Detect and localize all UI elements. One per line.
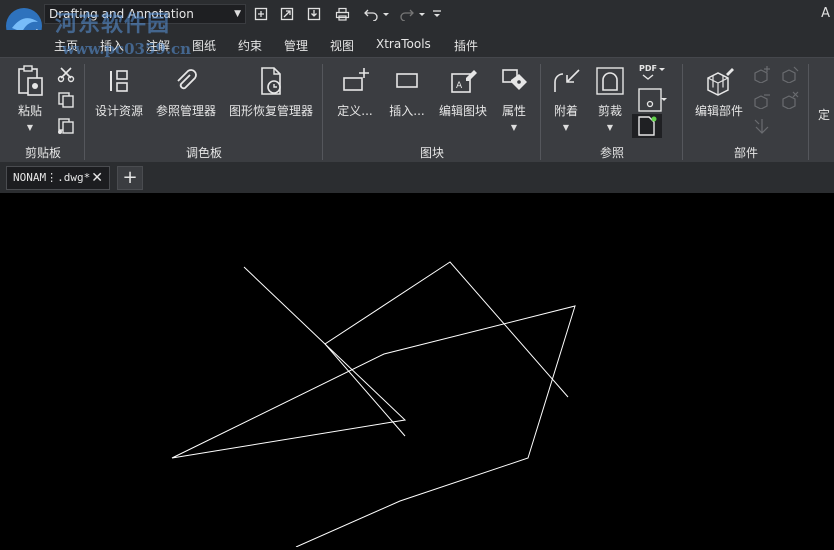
polyline-entity	[171, 266, 576, 548]
paste-button[interactable]: 粘贴 ▼	[10, 64, 50, 132]
insert-block-icon	[390, 64, 424, 98]
group-divider	[808, 64, 809, 160]
clip-label: 剪裁	[597, 104, 622, 118]
paperclip-icon	[169, 64, 203, 98]
group-label-clipboard: 剪贴板	[24, 146, 61, 160]
polyline-entity	[324, 261, 569, 437]
watermark-text: 河东软件园	[55, 11, 171, 37]
edit-block-icon: A	[446, 64, 480, 98]
group-divider	[682, 64, 683, 160]
document-tab[interactable]: NONAM⋮.dwg* ✕	[6, 166, 110, 190]
edit-block-button[interactable]: A 编辑图块	[436, 64, 490, 119]
attributes-label: 属性	[501, 104, 526, 118]
insert-block-label: 插入...	[389, 104, 425, 118]
attributes-icon	[497, 64, 531, 98]
clip-icon	[593, 64, 627, 98]
ribbon-panel: 粘贴 ▼ 剪贴板 设计资源 参照管理器 图形恢复管理器 调色板 定义... 插入…	[0, 57, 834, 163]
group-divider	[322, 64, 323, 160]
document-tab-title: NONAM⋮.dwg*	[13, 171, 91, 184]
edit-component-icon	[702, 64, 736, 98]
clip-button[interactable]: 剪裁 ▼	[592, 64, 628, 132]
attach-button[interactable]: 附着 ▼	[548, 64, 584, 132]
group-divider	[540, 64, 541, 160]
new-icon[interactable]	[252, 5, 270, 23]
xref-manager-label: 参照管理器	[155, 104, 216, 118]
group-divider	[84, 64, 85, 160]
drawing-recovery-icon	[254, 64, 288, 98]
component-add-icon	[752, 64, 772, 84]
chevron-down-icon: ▼	[606, 123, 614, 132]
attributes-button[interactable]: 属性 ▼	[496, 64, 532, 132]
paste-icon	[13, 64, 47, 98]
define-block-label: 定义...	[337, 104, 373, 118]
cut-icon[interactable]	[56, 64, 76, 84]
edit-component-label: 编辑部件	[694, 104, 743, 118]
xref-manager-button[interactable]: 参照管理器	[154, 64, 218, 119]
design-resources-icon	[102, 64, 136, 98]
pdf-import-icon[interactable]: PDF	[637, 62, 667, 84]
tab-plugins[interactable]: 插件	[454, 37, 478, 54]
tab-xtratools[interactable]: XtraTools	[376, 37, 431, 51]
chevron-down-icon: ▼	[562, 123, 570, 132]
attach-label: 附着	[553, 104, 578, 118]
paste-label: 粘贴	[17, 104, 42, 118]
drawing-canvas[interactable]	[0, 193, 834, 548]
frame-toggle-icon[interactable]	[632, 114, 662, 138]
tab-view[interactable]: 视图	[330, 37, 354, 54]
undo-icon[interactable]	[360, 5, 390, 23]
drawing-recovery-label: 图形恢复管理器	[228, 104, 313, 118]
edit-block-label: 编辑图块	[438, 104, 487, 118]
drawing-viewport	[171, 261, 576, 548]
add-tab-button[interactable]: +	[117, 166, 143, 190]
attach-icon	[549, 64, 583, 98]
document-tab-bar: NONAM⋮.dwg* ✕ +	[0, 162, 834, 193]
copy-icon[interactable]	[56, 90, 76, 110]
close-icon[interactable]: ✕	[91, 167, 103, 189]
copy-with-basepoint-icon[interactable]	[56, 116, 76, 136]
save-icon[interactable]	[305, 5, 323, 23]
group-label-palette: 调色板	[185, 146, 222, 160]
group-label-reference: 参照	[599, 146, 624, 160]
edit-component-button[interactable]: 编辑部件	[692, 64, 746, 119]
open-icon[interactable]	[278, 5, 296, 23]
print-icon[interactable]	[332, 5, 352, 23]
customize-icon[interactable]	[430, 5, 444, 23]
component-remove-icon	[752, 90, 772, 110]
tab-sheets[interactable]: 图纸	[192, 37, 216, 54]
design-resources-button[interactable]: 设计资源	[92, 64, 146, 119]
component-replace-icon	[780, 64, 800, 84]
chevron-down-icon: ▼	[510, 123, 518, 132]
watermark-url: www.pc0359.cn	[62, 40, 192, 58]
svg-text:PDF: PDF	[639, 64, 657, 73]
design-resources-label: 设计资源	[94, 104, 143, 118]
define-block-button[interactable]: 定义...	[334, 64, 376, 119]
insert-block-button[interactable]: 插入...	[386, 64, 428, 119]
drawing-recovery-button[interactable]: 图形恢复管理器	[226, 64, 316, 119]
component-delete-icon	[780, 90, 800, 110]
truncated-button-label[interactable]: 定	[818, 106, 830, 123]
chevron-down-icon: ▼	[26, 123, 34, 132]
underlay-icon[interactable]	[637, 88, 667, 112]
define-block-icon	[338, 64, 372, 98]
tab-constraints[interactable]: 约束	[238, 37, 262, 54]
tab-manage[interactable]: 管理	[284, 37, 308, 54]
group-label-block: 图块	[419, 146, 444, 160]
component-move-icon	[752, 116, 772, 136]
window-edge-text: A	[821, 6, 830, 21]
redo-icon[interactable]	[398, 5, 428, 23]
chevron-down-icon: ▼	[234, 9, 241, 19]
svg-text:A: A	[456, 81, 463, 91]
group-label-component: 部件	[733, 146, 758, 160]
